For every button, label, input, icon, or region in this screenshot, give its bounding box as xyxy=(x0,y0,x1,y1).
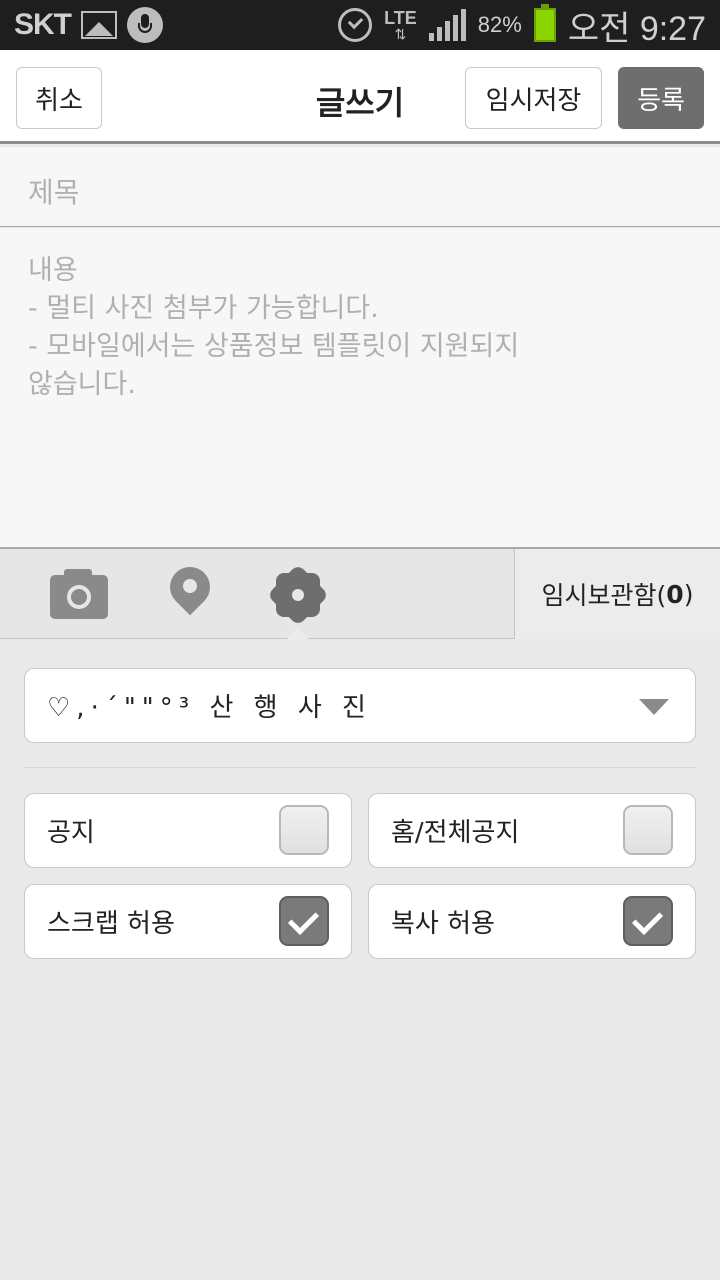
home-notice-checkbox[interactable] xyxy=(623,805,673,855)
option-allow-scrap[interactable]: 스크랩 허용 xyxy=(24,884,352,959)
carrier-label: SKT xyxy=(14,8,72,41)
notice-checkbox[interactable] xyxy=(279,805,329,855)
option-label: 홈/전체공지 xyxy=(391,818,520,848)
temp-save-button[interactable]: 임시저장 xyxy=(465,67,602,129)
settings-gear-icon[interactable] xyxy=(266,563,330,627)
option-notice[interactable]: 공지 xyxy=(24,793,352,868)
status-right: LTE ⇅ 82% 오전 9:27 xyxy=(338,1,706,50)
title-input[interactable]: 제목 xyxy=(0,147,720,227)
content-placeholder-line: - 멀티 사진 첨부가 가능합니다. xyxy=(28,293,379,324)
allow-scrap-checkbox[interactable] xyxy=(279,896,329,946)
camera-icon[interactable] xyxy=(50,567,108,619)
submit-button[interactable]: 등록 xyxy=(618,67,704,129)
option-label: 공지 xyxy=(47,818,95,848)
lte-icon: LTE ⇅ xyxy=(384,9,417,41)
battery-percent: 82% xyxy=(477,12,522,37)
clock: 오전 9:27 xyxy=(567,9,706,48)
option-label: 복사 허용 xyxy=(391,909,495,939)
gallery-icon xyxy=(81,11,117,39)
status-left: SKT xyxy=(14,7,163,43)
data-arrows-icon: ⇅ xyxy=(394,26,407,42)
drafts-label-close: ) xyxy=(683,579,694,609)
header-bar: 취소 글쓰기 임시저장 등록 xyxy=(0,50,720,144)
option-allow-copy[interactable]: 복사 허용 xyxy=(368,884,696,959)
allow-copy-checkbox[interactable] xyxy=(623,896,673,946)
attachment-toolbar: 임시보관함(0) xyxy=(0,547,720,639)
board-select-value: ♡,·´""°³ 산 행 사 진 xyxy=(47,693,372,723)
drafts-button[interactable]: 임시보관함(0) xyxy=(514,549,720,639)
drafts-count: 0 xyxy=(666,579,684,609)
page-title: 글쓰기 xyxy=(315,84,405,122)
content-placeholder-line: 않습니다. xyxy=(28,369,136,400)
status-bar: SKT LTE ⇅ 82% 오전 9:27 xyxy=(0,0,720,50)
location-pin-icon[interactable] xyxy=(161,558,219,623)
alarm-icon xyxy=(338,8,373,42)
active-tab-caret xyxy=(287,627,309,639)
signal-icon xyxy=(428,9,466,41)
content-placeholder-line: - 모바일에서는 상품정보 템플릿이 지원되지 xyxy=(28,331,520,362)
content-textarea[interactable]: 내용 - 멀티 사진 첨부가 가능합니다. - 모바일에서는 상품정보 템플릿이… xyxy=(0,228,720,547)
option-label: 스크랩 허용 xyxy=(47,909,175,939)
battery-icon xyxy=(533,4,556,42)
option-home-notice[interactable]: 홈/전체공지 xyxy=(368,793,696,868)
divider xyxy=(24,767,696,768)
microphone-icon xyxy=(127,7,163,43)
dropdown-caret-icon xyxy=(639,699,669,715)
content-placeholder-line: 내용 xyxy=(28,255,78,286)
lte-label: LTE xyxy=(384,8,417,28)
drafts-label: 임시보관함( xyxy=(541,581,667,610)
board-select[interactable]: ♡,·´""°³ 산 행 사 진 xyxy=(24,668,696,743)
